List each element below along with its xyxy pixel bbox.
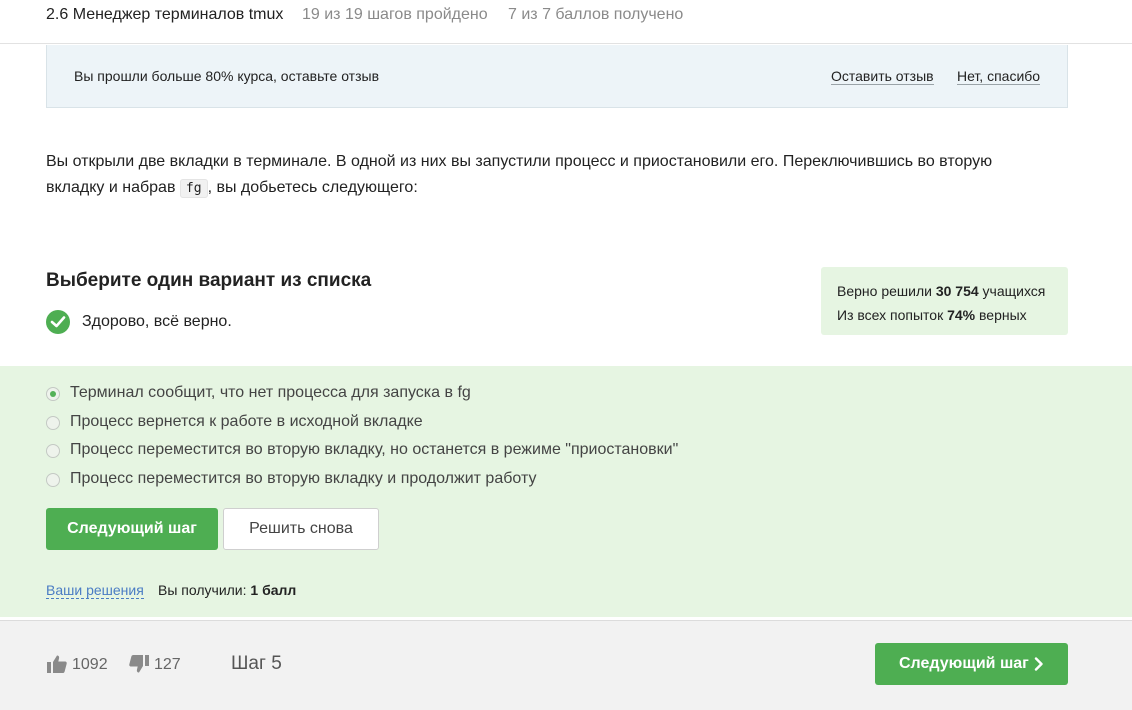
check-icon xyxy=(46,310,70,334)
answer-option-label: Процесс переместится во вторую вкладку и… xyxy=(70,470,537,487)
radio-button[interactable] xyxy=(46,473,60,487)
earned-points: Вы получили: 1 балл xyxy=(158,582,296,598)
answer-option-label: Терминал сообщит, что нет процесса для з… xyxy=(70,384,471,401)
lesson-header: 2.6 Менеджер терминалов tmux 19 из 19 ша… xyxy=(0,0,1132,44)
answer-option-label: Процесс переместится во вторую вкладку, … xyxy=(70,441,679,458)
earned-value: 1 балл xyxy=(250,582,297,598)
dislikes-count: 127 xyxy=(154,656,181,673)
no-thanks-link[interactable]: Нет, спасибо xyxy=(957,68,1041,85)
solved-count: 30 754 xyxy=(935,283,979,299)
leave-review-link[interactable]: Оставить отзыв xyxy=(831,68,934,85)
score-progress: 7 из 7 баллов получено xyxy=(508,6,684,23)
question-text-after: , вы добьетесь следующего: xyxy=(207,179,418,196)
lesson-title[interactable]: 2.6 Менеджер терминалов tmux xyxy=(46,6,283,24)
solved-suffix: учащихся xyxy=(982,283,1046,299)
solved-prefix: Верно решили xyxy=(837,283,932,299)
attempts-percent: 74% xyxy=(947,307,976,323)
retry-button[interactable]: Решить снова xyxy=(223,508,379,550)
earned-prefix: Вы получили: xyxy=(158,582,247,598)
attempts-suffix: верных xyxy=(979,307,1027,323)
stats-box: Верно решили 30 754 учащихся Из всех поп… xyxy=(821,267,1068,335)
feedback-banner: Вы прошли больше 80% курса, оставьте отз… xyxy=(46,45,1068,108)
step-footer: 1092 127 Шаг 5 Следующий шаг xyxy=(0,620,1132,710)
steps-progress: 19 из 19 шагов пройдено xyxy=(302,6,488,23)
radio-button[interactable] xyxy=(46,444,60,458)
footer-next-step-label: Следующий шаг xyxy=(899,655,1029,672)
thumbs-down-icon xyxy=(129,655,149,673)
your-solutions-link[interactable]: Ваши решения xyxy=(46,582,144,599)
solved-stat: Верно решили 30 754 учащихся xyxy=(837,279,1052,303)
radio-button[interactable] xyxy=(46,416,60,430)
footer-next-step-button[interactable]: Следующий шаг xyxy=(875,643,1068,685)
attempts-prefix: Из всех попыток xyxy=(837,307,944,323)
likes-count: 1092 xyxy=(72,656,108,673)
quiz-title: Выберите один вариант из списка xyxy=(46,270,372,291)
banner-text: Вы прошли больше 80% курса, оставьте отз… xyxy=(74,68,380,84)
attempts-stat: Из всех попыток 74% верных xyxy=(837,303,1052,327)
answers-area: Терминал сообщит, что нет процесса для з… xyxy=(0,366,1132,617)
answer-option-label: Процесс вернется к работе в исходной вкл… xyxy=(70,413,423,430)
inline-code: fg xyxy=(179,179,208,198)
chevron-right-icon xyxy=(1034,657,1043,671)
radio-button-selected[interactable] xyxy=(46,387,60,401)
question-text: Вы открыли две вкладки в терминале. В од… xyxy=(46,149,1036,202)
correct-message: Здорово, всё верно. xyxy=(82,313,232,330)
thumbs-up-icon xyxy=(47,655,67,673)
next-step-button[interactable]: Следующий шаг xyxy=(46,508,218,550)
step-label: Шаг 5 xyxy=(231,653,282,674)
